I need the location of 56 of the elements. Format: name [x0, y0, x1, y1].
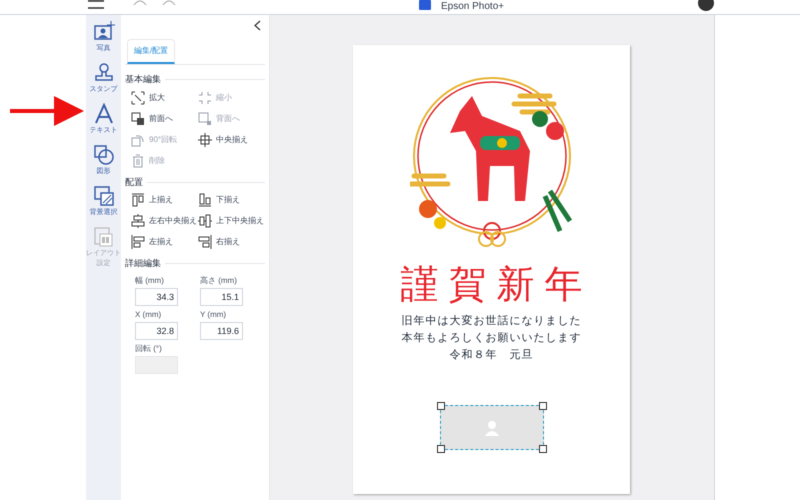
tool-button[interactable]: 左揃え [131, 235, 198, 249]
tool-icon [198, 193, 212, 207]
section-heading: 配置 [125, 176, 143, 188]
resize-handle-icon[interactable] [436, 445, 444, 453]
tool-icon [131, 235, 145, 249]
tool-button[interactable]: 前面へ [131, 112, 198, 126]
pointer-arrow-icon [10, 96, 84, 126]
rail-icon [92, 185, 114, 207]
tool-icon [131, 214, 145, 228]
number-field[interactable]: 15.1 [200, 288, 243, 306]
tool-icon [131, 90, 145, 104]
tool-icon [131, 132, 145, 146]
resize-handle-icon[interactable] [436, 402, 444, 410]
tool-icon [198, 112, 212, 126]
tool-button[interactable]: 上下中央揃え [198, 214, 265, 228]
number-field[interactable]: 32.8 [135, 322, 178, 340]
field-label: 高さ (mm) [200, 274, 238, 286]
rail-icon [92, 62, 114, 84]
help-icon[interactable] [698, 0, 714, 11]
field-label: 幅 (mm) [135, 274, 165, 286]
greeting-message-line: 本年もよろしくお願いいたします [402, 330, 582, 346]
section-heading: 基本編集 [125, 73, 161, 86]
tool-button[interactable]: 左右中央揃え [131, 214, 198, 228]
tool-icon [198, 132, 212, 146]
rail-icon [92, 103, 114, 125]
app-logo-icon [419, 0, 431, 10]
rail-icon [92, 144, 114, 166]
tool-button[interactable]: 下揃え [198, 193, 265, 207]
resize-handle-icon[interactable] [538, 445, 546, 453]
tool-button[interactable]: 中央揃え [198, 132, 265, 146]
greeting-message-line: 旧年中は大変お世話になりました [402, 313, 582, 329]
panel-tab[interactable]: 編集/配置 [127, 39, 176, 64]
field-label: 回転 (°) [135, 342, 163, 354]
tool-button[interactable]: 上揃え [131, 193, 198, 207]
tool-icon [131, 112, 145, 126]
tool-icon [198, 235, 212, 249]
greeting-message-line: 令和８年 元旦 [450, 347, 534, 363]
collapse-icon[interactable] [254, 20, 261, 30]
app-title: Epson Photo+ [441, 0, 504, 13]
tool-icon [198, 214, 212, 228]
tool-icon [131, 154, 145, 168]
rail-icon [92, 226, 114, 248]
tool-icon [198, 90, 212, 104]
field-label: Y (mm) [200, 308, 228, 320]
number-field[interactable]: 34.3 [135, 288, 178, 306]
greeting-heading: 謹賀新年 [400, 263, 592, 305]
menu-icon[interactable] [88, 0, 104, 10]
person-placeholder-icon [484, 420, 498, 436]
tool-button[interactable]: 右揃え [198, 235, 265, 249]
number-field[interactable]: 119.6 [200, 322, 243, 340]
resize-handle-icon[interactable] [538, 402, 546, 410]
tool-button[interactable]: 拡大 [131, 90, 198, 104]
rail-icon [92, 21, 114, 43]
tool-icon [131, 193, 145, 207]
section-heading: 詳細編集 [125, 257, 161, 270]
field-label: X (mm) [135, 308, 162, 320]
